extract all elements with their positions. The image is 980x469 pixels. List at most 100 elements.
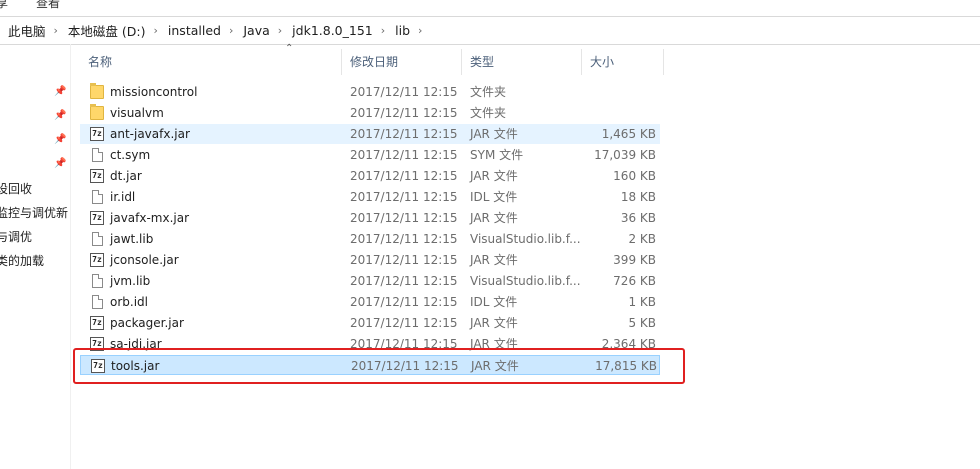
jar-icon: 7z xyxy=(90,127,104,141)
file-size: 36 KB xyxy=(620,211,656,225)
file-size: 17,039 KB xyxy=(594,148,656,162)
chevron-right-icon[interactable]: › xyxy=(152,24,160,37)
file-type: JAR 文件 xyxy=(470,127,518,141)
jar-icon: 7z xyxy=(90,316,104,330)
file-date: 2017/12/11 12:15 xyxy=(350,232,458,246)
file-type: 文件夹 xyxy=(470,85,507,99)
file-row[interactable]: 7z packager.jar 2017/12/11 12:15 JAR 文件 5 KB xyxy=(80,313,660,333)
chevron-right-icon[interactable]: › xyxy=(276,24,284,37)
breadcrumb-this-pc[interactable]: 此电脑 xyxy=(0,21,52,40)
folder-icon xyxy=(90,104,104,120)
pin-icon[interactable]: 📌 xyxy=(54,86,66,97)
tab-share[interactable]: 享 xyxy=(0,0,8,10)
breadcrumb-lib[interactable]: lib xyxy=(387,23,416,38)
file-name: packager.jar xyxy=(110,316,184,330)
file-date: 2017/12/11 12:15 xyxy=(350,211,458,225)
file-date: 2017/12/11 12:15 xyxy=(350,127,458,141)
file-name: ct.sym xyxy=(110,148,151,162)
nav-item[interactable]: 监控与调优新 xyxy=(0,204,68,221)
column-type[interactable]: 类型 xyxy=(462,49,582,75)
nav-item[interactable]: 类的加载 xyxy=(0,252,44,269)
file-row[interactable]: 7z javafx-mx.jar 2017/12/11 12:15 JAR 文件 36 … xyxy=(80,208,660,228)
file-icon xyxy=(92,190,103,204)
file-type: VisualStudio.lib.f... xyxy=(470,274,581,288)
pin-icon[interactable]: 📌 xyxy=(54,134,66,145)
jar-icon: 7z xyxy=(90,211,104,225)
file-name: ant-javafx.jar xyxy=(110,127,190,141)
file-date: 2017/12/11 12:15 xyxy=(350,295,458,309)
file-date: 2017/12/11 12:15 xyxy=(350,253,458,267)
file-type: SYM 文件 xyxy=(470,148,524,162)
file-row[interactable]: ct.sym 2017/12/11 12:15 SYM 文件 17,039 KB xyxy=(80,145,660,165)
nav-item[interactable]: 设回收 xyxy=(0,180,32,197)
breadcrumb-java[interactable]: Java xyxy=(235,23,275,38)
column-size[interactable]: 大小 xyxy=(582,49,664,75)
file-size: 726 KB xyxy=(613,274,656,288)
file-row[interactable]: ir.idl 2017/12/11 12:15 IDL 文件 18 KB xyxy=(80,187,660,207)
navigation-pane: 📌 📌 📌 📌 设回收 监控与调优新 与调优 类的加载 xyxy=(0,44,71,469)
file-size: 160 KB xyxy=(613,169,656,183)
file-name: orb.idl xyxy=(110,295,148,309)
file-name: visualvm xyxy=(110,106,164,120)
file-row[interactable]: 7z dt.jar 2017/12/11 12:15 JAR 文件 160 KB xyxy=(80,166,660,186)
jar-icon: 7z xyxy=(90,169,104,183)
file-type: JAR 文件 xyxy=(470,169,518,183)
file-row[interactable]: jvm.lib 2017/12/11 12:15 VisualStudio.lib.… xyxy=(80,271,660,291)
file-name: ir.idl xyxy=(110,190,136,204)
chevron-right-icon[interactable]: › xyxy=(379,24,387,37)
pin-icon[interactable]: 📌 xyxy=(54,158,66,169)
file-type: IDL 文件 xyxy=(470,295,518,309)
file-date: 2017/12/11 12:15 xyxy=(350,190,458,204)
file-date: 2017/12/11 12:15 xyxy=(350,106,458,120)
tab-view[interactable]: 查看 xyxy=(36,0,60,10)
file-date: 2017/12/11 12:15 xyxy=(350,169,458,183)
folder-icon xyxy=(90,83,104,99)
file-row[interactable]: jawt.lib 2017/12/11 12:15 VisualStudio.lib… xyxy=(80,229,660,249)
file-date: 2017/12/11 12:15 xyxy=(350,274,458,288)
file-date: 2017/12/11 12:15 xyxy=(350,85,458,99)
file-name: jawt.lib xyxy=(110,232,154,246)
highlight-annotation xyxy=(73,348,685,384)
nav-item[interactable]: 与调优 xyxy=(0,228,32,245)
file-size: 5 KB xyxy=(628,316,656,330)
file-row[interactable]: 7z jconsole.jar 2017/12/11 12:15 JAR 文件 399 … xyxy=(80,250,660,270)
file-row[interactable]: visualvm 2017/12/11 12:15 文件夹 xyxy=(80,103,660,123)
file-row[interactable]: missioncontrol 2017/12/11 12:15 文件夹 xyxy=(80,82,660,102)
file-type: IDL 文件 xyxy=(470,190,518,204)
column-header: ⌃ 名称 修改日期 类型 大小 xyxy=(80,43,670,75)
file-size: 1 KB xyxy=(628,295,656,309)
file-type: JAR 文件 xyxy=(470,211,518,225)
chevron-right-icon[interactable]: › xyxy=(416,24,424,37)
breadcrumb-installed[interactable]: installed xyxy=(160,23,227,38)
column-date[interactable]: 修改日期 xyxy=(342,49,462,75)
file-size: 399 KB xyxy=(613,253,656,267)
file-type: 文件夹 xyxy=(470,106,507,120)
breadcrumb-local-disk[interactable]: 本地磁盘 (D:) xyxy=(60,21,152,40)
file-size: 2 KB xyxy=(628,232,656,246)
file-size: 1,465 KB xyxy=(601,127,656,141)
chevron-right-icon[interactable]: › xyxy=(52,24,60,37)
file-type: JAR 文件 xyxy=(470,316,518,330)
pin-icon[interactable]: 📌 xyxy=(54,110,66,121)
column-name[interactable]: 名称 xyxy=(80,49,342,75)
file-size: 18 KB xyxy=(620,190,656,204)
ribbon-tabs: 享 查看 xyxy=(0,0,980,10)
file-type: JAR 文件 xyxy=(470,253,518,267)
file-icon xyxy=(92,232,103,246)
file-icon xyxy=(92,274,103,288)
file-name: jconsole.jar xyxy=(110,253,179,267)
file-type: VisualStudio.lib.f... xyxy=(470,232,581,246)
file-name: dt.jar xyxy=(110,169,142,183)
file-name: javafx-mx.jar xyxy=(110,211,190,225)
file-row[interactable]: 7z ant-javafx.jar 2017/12/11 12:15 JAR 文件 1,… xyxy=(80,124,660,144)
jar-icon: 7z xyxy=(90,253,104,267)
file-icon xyxy=(92,295,103,309)
breadcrumb-jdk[interactable]: jdk1.8.0_151 xyxy=(284,23,379,38)
file-date: 2017/12/11 12:15 xyxy=(350,148,458,162)
file-icon xyxy=(92,148,103,162)
file-name: jvm.lib xyxy=(110,274,151,288)
chevron-right-icon[interactable]: › xyxy=(227,24,235,37)
file-date: 2017/12/11 12:15 xyxy=(350,316,458,330)
file-row[interactable]: orb.idl 2017/12/11 12:15 IDL 文件 1 KB xyxy=(80,292,660,312)
address-bar[interactable]: 此电脑 › 本地磁盘 (D:) › installed › Java › jdk… xyxy=(0,16,980,45)
